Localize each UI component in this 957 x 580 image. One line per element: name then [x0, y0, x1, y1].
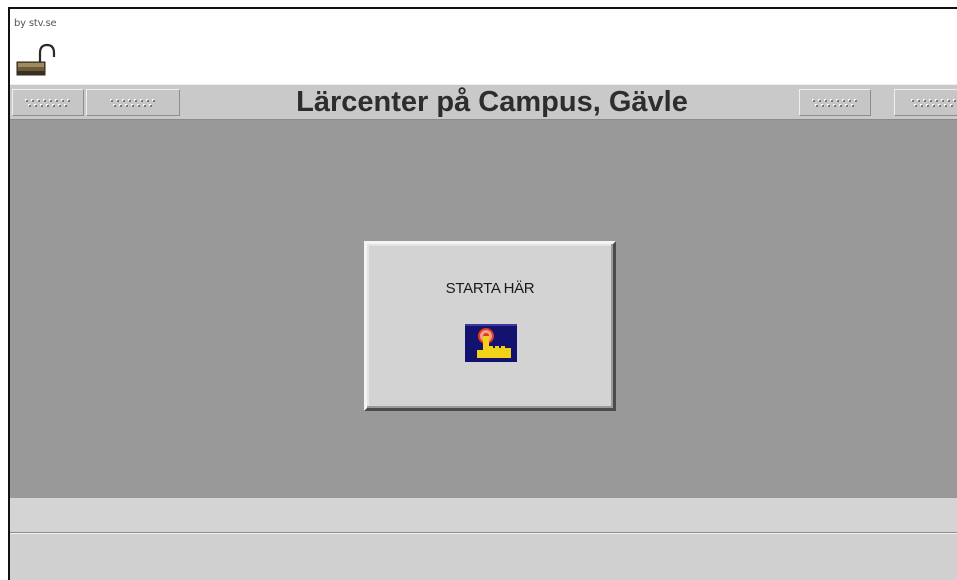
hand-pointer-icon[interactable] — [465, 324, 517, 362]
grip-button-left-2[interactable] — [86, 89, 180, 116]
unlocked-padlock-icon[interactable] — [16, 43, 56, 77]
window-frame: by stv.se Lärcenter på Campus, Gävle STA… — [8, 7, 957, 580]
header-bar: Lärcenter på Campus, Gävle — [10, 84, 957, 120]
page-title: Lärcenter på Campus, Gävle — [296, 86, 688, 118]
bottom-area — [10, 533, 957, 580]
start-label: STARTA HÄR — [445, 280, 535, 297]
dotted-grip-icon — [812, 98, 857, 107]
start-panel: STARTA HÄR — [364, 241, 616, 411]
grip-button-right-2[interactable] — [894, 89, 957, 116]
dotted-grip-icon — [110, 98, 155, 107]
credit-text: by stv.se — [14, 18, 57, 29]
bottom-strip — [10, 498, 957, 533]
main-area: STARTA HÄR — [10, 120, 957, 498]
dotted-grip-icon — [25, 98, 70, 107]
top-area: by stv.se — [10, 9, 957, 84]
grip-button-right-1[interactable] — [799, 89, 871, 116]
dotted-grip-icon — [911, 98, 956, 107]
grip-button-left-1[interactable] — [12, 89, 84, 116]
